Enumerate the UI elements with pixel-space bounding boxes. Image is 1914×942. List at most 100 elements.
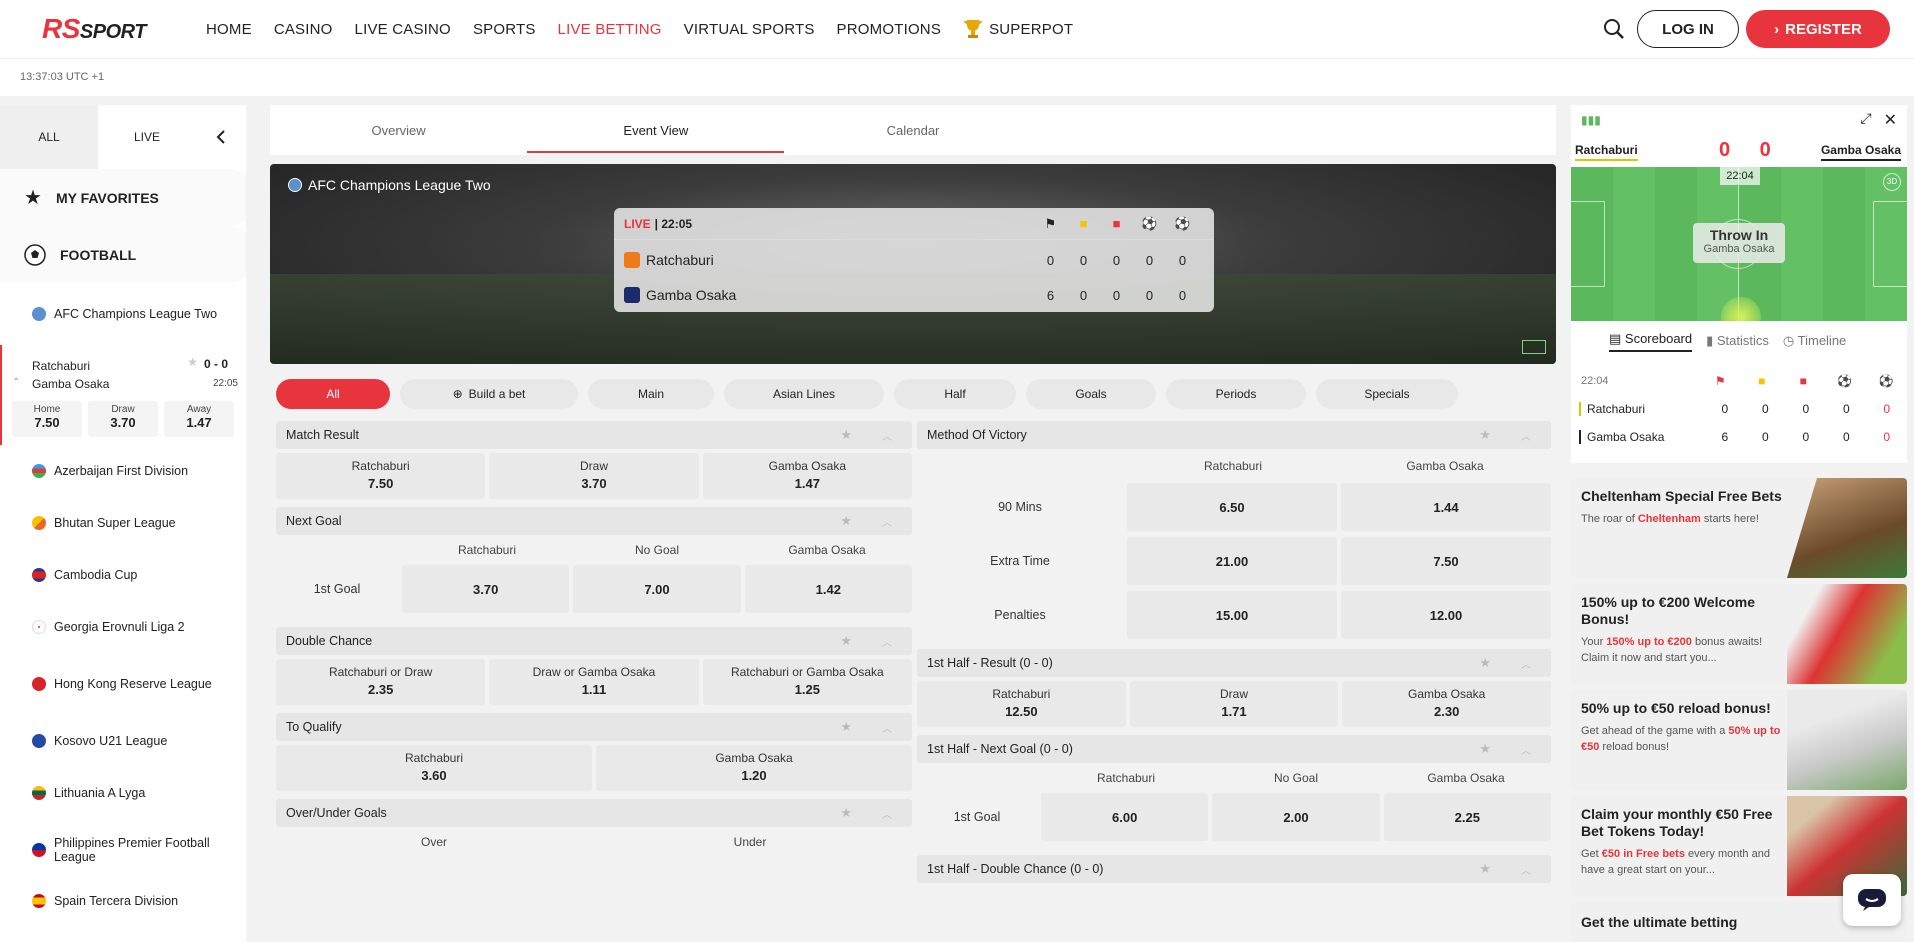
register-button[interactable]: › REGISTER [1746,10,1890,48]
market-header[interactable]: Double Chance ★ ︿ [276,627,912,655]
expand-icon[interactable]: ⤢ [1860,110,1871,130]
odd-button[interactable]: Gamba Osaka 1.47 [702,453,912,499]
odd-draw-button[interactable]: Draw 3.70 [88,401,158,437]
sidebar-item-spain[interactable]: Spain Tercera Division [0,881,246,921]
live-match-card[interactable]: ⌃ Ratchaburi Gamba Osaka ★ 0 - 0 22:05 H… [0,345,246,445]
odd-button[interactable]: Draw or Gamba Osaka 1.11 [489,659,699,705]
chevron-up-icon[interactable]: ︿ [882,806,892,821]
market-header[interactable]: Method Of Victory ★ ︿ [917,421,1551,449]
login-button[interactable]: LOG IN [1637,10,1739,48]
odd-button[interactable]: 15.00 [1127,591,1337,639]
odd-button[interactable]: 21.00 [1127,537,1337,585]
star-icon[interactable]: ★ [187,355,198,369]
sidebar-favorites[interactable]: ★ MY FAVORITES [0,169,246,226]
tab-all[interactable]: ALL [0,105,98,169]
nav-sports[interactable]: SPORTS [473,21,536,38]
nav-live-casino[interactable]: LIVE CASINO [355,21,451,38]
nav-casino[interactable]: CASINO [274,21,333,38]
odd-button[interactable]: 6.50 [1127,483,1337,531]
odd-button[interactable]: 12.00 [1341,591,1551,639]
sidebar-item-azerbaijan[interactable]: Azerbaijan First Division [0,445,246,497]
odd-button[interactable]: Ratchaburi or Gamba Osaka 1.25 [702,659,912,705]
tab-event-view[interactable]: Event View [527,105,785,155]
odd-button[interactable]: Draw 3.70 [489,453,699,499]
filter-periods[interactable]: Periods [1166,379,1306,409]
sidebar-item-lithuania[interactable]: Lithuania A Lyga [0,767,246,819]
filter-all[interactable]: All [276,379,390,409]
market-header[interactable]: 1st Half - Next Goal (0 - 0) ★ ︿ [917,735,1551,763]
star-icon[interactable]: ★ [840,719,852,735]
logo[interactable]: RSSPORT [42,13,146,45]
chevron-up-icon[interactable]: ︿ [882,428,892,443]
market-header[interactable]: To Qualify ★ ︿ [276,713,912,741]
odd-button[interactable]: 7.50 [1341,537,1551,585]
sidebar-item-cambodia[interactable]: Cambodia Cup [0,549,246,601]
odd-home-button[interactable]: Home 7.50 [12,401,82,437]
odd-button[interactable]: Gamba Osaka 2.30 [1342,681,1552,727]
filter-specials[interactable]: Specials [1316,379,1458,409]
market-header[interactable]: Next Goal ★ ︿ [276,507,912,535]
tab-statistics[interactable]: ▮ Statistics [1706,333,1769,349]
tab-overview[interactable]: Overview [270,105,527,155]
sidebar-football[interactable]: FOOTBALL [0,226,246,283]
sidebar-item-hong-kong[interactable]: Hong Kong Reserve League [0,653,246,715]
close-icon[interactable]: ✕ [1884,110,1897,130]
odd-button[interactable]: Gamba Osaka 1.20 [596,745,912,791]
filter-main[interactable]: Main [588,379,714,409]
search-icon[interactable] [1602,17,1626,41]
nav-live-betting[interactable]: LIVE BETTING [558,21,662,38]
promo-welcome-bonus[interactable]: 150% up to €200 Welcome Bonus! Your 150%… [1571,584,1907,684]
promo-cheltenham[interactable]: Cheltenham Special Free Bets The roar of… [1571,478,1907,578]
nav-virtual-sports[interactable]: VIRTUAL SPORTS [684,21,815,38]
star-icon[interactable]: ★ [840,633,852,649]
chevron-up-icon[interactable]: ︿ [1521,428,1531,443]
odd-button[interactable]: 3.70 [402,565,570,613]
chat-button[interactable] [1843,874,1901,926]
odd-button[interactable]: Ratchaburi 3.60 [276,745,592,791]
filter-asian-lines[interactable]: Asian Lines [724,379,884,409]
sidebar-item-philippines[interactable]: Philippines Premier Football League [0,819,246,881]
odd-button[interactable]: Ratchaburi 12.50 [917,681,1126,727]
market-header[interactable]: 1st Half - Double Chance (0 - 0) ★ ︿ [917,855,1551,883]
odd-button[interactable]: 7.00 [573,565,741,613]
star-icon[interactable]: ★ [1479,861,1491,877]
chevron-up-icon[interactable]: ︿ [1521,742,1531,757]
chevron-up-icon[interactable]: ︿ [882,514,892,529]
odd-button[interactable]: 1.42 [744,565,912,613]
sidebar-item-afc-champions-league-two[interactable]: AFC Champions League Two [0,283,246,345]
chevron-up-icon[interactable]: ︿ [882,720,892,735]
market-header[interactable]: 1st Half - Result (0 - 0) ★ ︿ [917,649,1551,677]
odd-button[interactable]: Ratchaburi or Draw 2.35 [276,659,486,705]
odd-button[interactable]: 6.00 [1041,793,1209,841]
tab-scoreboard[interactable]: ▤ Scoreboard [1609,331,1693,352]
star-icon[interactable]: ★ [1479,741,1491,757]
odd-button[interactable]: 2.25 [1383,793,1551,841]
sidebar-item-kosovo[interactable]: Kosovo U21 League [0,715,246,767]
market-header[interactable]: Over/Under Goals ★ ︿ [276,799,912,827]
star-icon[interactable]: ★ [840,513,852,529]
odd-button[interactable]: Draw 1.71 [1129,681,1339,727]
collapse-sidebar-button[interactable] [196,105,246,169]
filter-build-a-bet[interactable]: ⊕ Build a bet [400,379,578,409]
filter-half[interactable]: Half [894,379,1016,409]
odd-button[interactable]: Ratchaburi 7.50 [276,453,486,499]
3d-view-icon[interactable]: 3D [1883,173,1901,191]
sidebar-item-bhutan[interactable]: Bhutan Super League [0,497,246,549]
sidebar-item-georgia[interactable]: Georgia Erovnuli Liga 2 [0,601,246,653]
chevron-up-icon[interactable]: ︿ [1521,862,1531,877]
nav-home[interactable]: HOME [206,21,252,38]
promo-reload-bonus[interactable]: 50% up to €50 reload bonus! Get ahead of… [1571,690,1907,790]
star-icon[interactable]: ★ [840,427,852,443]
filter-goals[interactable]: Goals [1026,379,1156,409]
odd-away-button[interactable]: Away 1.47 [164,401,234,437]
star-icon[interactable]: ★ [1479,655,1491,671]
tab-calendar[interactable]: Calendar [784,105,1041,155]
tab-timeline[interactable]: ◷ Timeline [1783,333,1846,349]
chevron-up-icon[interactable]: ︿ [882,634,892,649]
market-header[interactable]: Match Result ★ ︿ [276,421,912,449]
nav-promotions[interactable]: PROMOTIONS [837,21,942,38]
chevron-up-icon[interactable]: ︿ [1521,656,1531,671]
star-icon[interactable]: ★ [1479,427,1491,443]
tab-live[interactable]: LIVE [98,105,196,169]
nav-superpot[interactable]: SUPERPOT [963,18,1073,40]
